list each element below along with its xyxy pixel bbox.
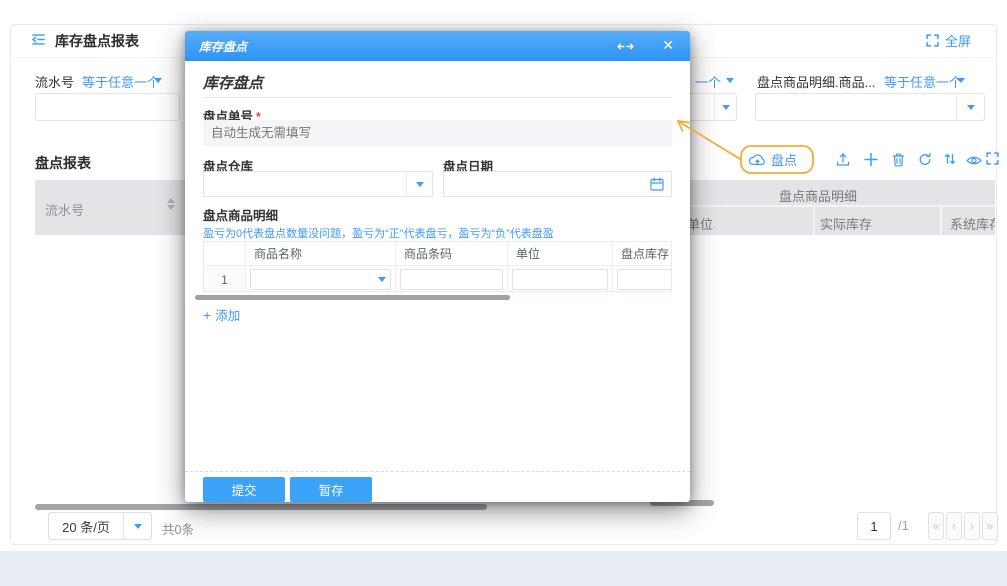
detail-table-hscrollbar-thumb[interactable]: [195, 295, 510, 300]
visibility-icon[interactable]: [966, 155, 982, 166]
page-footer-band: [0, 551, 1007, 586]
column-system-stock[interactable]: 系统库存: [950, 214, 995, 233]
filter-serial-operator-link[interactable]: 等于任意一个: [82, 72, 160, 91]
cloud-sync-icon: [748, 153, 767, 167]
modal-heading: 库存盘点: [203, 72, 263, 93]
calendar-icon[interactable]: [650, 177, 664, 191]
table-hscrollbar-thumb[interactable]: [35, 504, 487, 510]
inventory-count-button[interactable]: 盘点: [748, 150, 797, 169]
date-field[interactable]: [443, 171, 672, 197]
detail-name-input[interactable]: [250, 269, 391, 290]
detail-stock-input[interactable]: [617, 269, 672, 290]
caret-down-icon[interactable]: [378, 277, 386, 282]
filter-product-value-box[interactable]: [755, 93, 985, 121]
add-row-label: 添加: [215, 309, 240, 323]
warehouse-caret-section[interactable]: [406, 172, 432, 196]
modal-title: 库存盘点: [185, 38, 247, 55]
sort-icon[interactable]: [944, 152, 956, 166]
first-page-button[interactable]: «: [928, 512, 944, 540]
header-col-divider: [940, 206, 942, 235]
page-size-select[interactable]: 20 条/页: [48, 512, 152, 540]
date-input[interactable]: [444, 172, 640, 196]
column-unit[interactable]: 单位: [687, 214, 713, 233]
order-no-input[interactable]: [203, 120, 672, 146]
caret-down-icon[interactable]: [726, 78, 734, 83]
detail-row-index: 1: [204, 266, 246, 292]
detail-barcode-cell: [396, 266, 508, 292]
page-number-box[interactable]: [857, 512, 891, 540]
detail-barcode-header: 商品条码: [396, 242, 508, 266]
page-title: 库存盘点报表: [55, 31, 139, 51]
inventory-count-label: 盘点: [771, 150, 797, 169]
filter-product-input[interactable]: [756, 94, 954, 120]
caret-down-icon: [967, 105, 975, 110]
submit-button[interactable]: 提交: [203, 477, 285, 502]
detail-stock-cell: [613, 266, 672, 292]
detail-name-select[interactable]: [250, 269, 391, 290]
table-fullscreen-icon[interactable]: [986, 152, 999, 165]
filter-serial-value-box[interactable]: [35, 93, 180, 121]
refresh-icon[interactable]: [918, 152, 932, 167]
page-number-input[interactable]: [858, 513, 890, 539]
filter-serial-input[interactable]: [36, 94, 179, 120]
last-page-button[interactable]: »: [982, 512, 998, 540]
filter-product-field-label: 盘点商品明细.商品...: [757, 72, 875, 91]
fullscreen-icon: [926, 34, 939, 47]
page-size-value: 20 条/页: [49, 517, 123, 536]
save-draft-button[interactable]: 暂存: [290, 477, 372, 502]
caret-down-icon: [134, 524, 142, 529]
column-group-detail: 盘点商品明细: [779, 186, 857, 205]
close-icon[interactable]: ✕: [662, 37, 674, 54]
detail-unit-input[interactable]: [512, 269, 608, 290]
total-pages-label: /1: [898, 518, 909, 533]
next-page-button[interactable]: ›: [964, 512, 980, 540]
filter-serial-field-label: 流水号: [35, 72, 74, 91]
fullscreen-button[interactable]: 全屏: [926, 31, 971, 50]
detail-unit-header: 单位: [508, 242, 613, 266]
warehouse-select[interactable]: [203, 171, 433, 197]
export-icon[interactable]: [836, 152, 850, 167]
page-size-caret-section[interactable]: [123, 513, 151, 539]
detail-name-cell: [246, 266, 396, 292]
modal-titlebar[interactable]: 库存盘点 ✕: [185, 31, 690, 61]
filter-hidden-caret-section[interactable]: [714, 94, 736, 120]
fullscreen-label: 全屏: [945, 31, 971, 50]
profit-loss-hint: 盈亏为0代表盘点数量没问题，盈亏为“正”代表盘亏，盈亏为“负”代表盘盈: [203, 225, 554, 241]
modal-footer-divider: [185, 471, 690, 472]
delete-icon[interactable]: [892, 152, 905, 167]
resize-arrows-icon[interactable]: [617, 41, 634, 52]
caret-down-icon[interactable]: [957, 78, 965, 83]
column-sort-icon[interactable]: [167, 198, 175, 210]
column-serial[interactable]: 流水号: [45, 200, 84, 219]
detail-section-label: 盘点商品明细: [203, 205, 278, 224]
report-title: 盘点报表: [35, 153, 91, 173]
column-actual-stock[interactable]: 实际库存: [820, 214, 872, 233]
prev-page-button[interactable]: ‹: [946, 512, 962, 540]
total-count-label: 共0条: [162, 519, 194, 538]
order-no-field[interactable]: [203, 120, 672, 146]
detail-barcode-input[interactable]: [400, 269, 503, 290]
detail-stock-header: 盘点库存: [613, 242, 672, 266]
caret-down-icon[interactable]: [154, 78, 162, 83]
app-window: 库存盘点报表 全屏 流水号 等于任意一个 一个 盘点商品明细.商品... 等于任…: [0, 0, 1007, 586]
collapse-menu-icon[interactable]: [30, 32, 47, 47]
filter-hidden-operator-fragment[interactable]: 一个: [695, 72, 721, 91]
add-icon[interactable]: [864, 152, 878, 167]
detail-unit-cell: [508, 266, 613, 292]
add-row-link[interactable]: + 添加: [203, 305, 240, 324]
detail-table: 商品名称 商品条码 单位 盘点库存 1: [203, 241, 672, 292]
inventory-count-modal: 库存盘点 ✕ 库存盘点 盘点单号* 盘点仓库 盘点日期: [185, 31, 690, 502]
detail-index-header: [204, 242, 246, 266]
header-col-divider: [813, 206, 815, 235]
modal-heading-divider: [203, 97, 672, 98]
plus-icon: +: [203, 307, 211, 323]
caret-down-icon: [416, 182, 424, 187]
warehouse-input[interactable]: [204, 172, 402, 196]
caret-down-icon: [722, 105, 730, 110]
filter-product-operator-link[interactable]: 等于任意一个: [884, 72, 962, 91]
filter-product-caret-section[interactable]: [956, 94, 984, 120]
detail-name-header: 商品名称: [246, 242, 396, 266]
